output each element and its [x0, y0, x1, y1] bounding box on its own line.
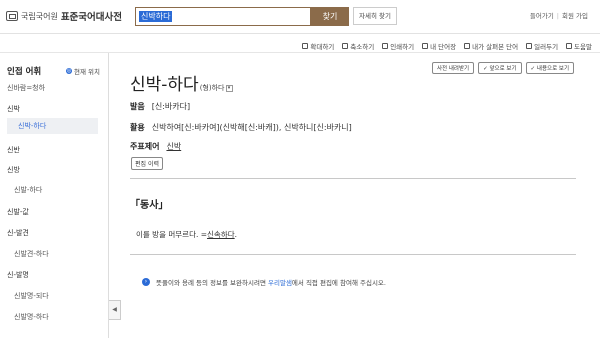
- next-view-label: 내용으로 보기: [536, 66, 569, 72]
- print-label: 인쇄하기: [390, 43, 415, 51]
- sidebar-item[interactable]: 신바람=청하: [7, 83, 45, 93]
- sidebar-item-label: 신박-하다: [18, 122, 47, 130]
- sidebar-item[interactable]: 신반: [7, 145, 20, 155]
- root-label: 주표제어: [130, 142, 160, 151]
- wordbook-icon: [422, 43, 429, 49]
- search-selected-text: 신박하다: [139, 11, 173, 22]
- my-words-label: 내 단어장: [430, 43, 457, 51]
- sidebar-item[interactable]: 신-발견: [7, 228, 29, 238]
- headword: 신박-하다 (형)하다 ▾: [130, 70, 233, 95]
- current-position-label: 현재 위치: [74, 68, 100, 76]
- help-label: 도움말: [574, 43, 592, 51]
- section-title: 「동사」: [130, 200, 169, 211]
- top-bar: 국립국어원 표준국어대사전 신박하다 찾기 자세히 찾기 들어가기 | 회원 가입: [0, 0, 600, 34]
- sidebar-item-active[interactable]: 신박-하다: [7, 118, 98, 134]
- definition: 이를 방을 머무르다. =신속하다.: [136, 230, 238, 239]
- pos-dropdown-icon[interactable]: ▾: [225, 84, 233, 92]
- entry-nav-buttons: 사전 내려받기 ✓ 앞으로 보기 ✓ 내용으로 보기: [432, 62, 574, 74]
- advanced-search-button[interactable]: 자세히 찾기: [353, 7, 397, 25]
- pos-detail: 하다: [211, 84, 225, 92]
- sidebar-collapse-button[interactable]: ◀: [109, 300, 121, 320]
- search-button[interactable]: 찾기: [311, 7, 349, 26]
- search-input[interactable]: 신박하다: [135, 7, 311, 26]
- pronunciation-row: 발음 [신:바카다]: [130, 101, 190, 112]
- prev-view-label: 앞으로 보기: [489, 66, 517, 72]
- logo-org: 국립국어원: [21, 11, 58, 21]
- auth-separator: |: [556, 12, 559, 20]
- definition-text: 이를 방을 머무르다. =: [136, 230, 208, 239]
- guide-button[interactable]: 일러두기: [526, 41, 558, 51]
- print-button[interactable]: 인쇄하기: [382, 41, 414, 51]
- sidebar-item[interactable]: 신발명-하다: [14, 312, 49, 322]
- guide-icon: [526, 43, 533, 49]
- login-link[interactable]: 들어가기: [530, 12, 554, 20]
- edit-notice: › 뜻풀이와 용례 등의 정보를 보완하시려면 우리말샘에서 직접 편집에 참여…: [142, 277, 386, 287]
- conjugation-label: 활용: [130, 123, 145, 132]
- help-icon: [566, 43, 573, 49]
- sidebar-item[interactable]: 신방: [7, 165, 20, 175]
- zoom-out-icon: [342, 43, 349, 49]
- print-icon: [382, 43, 389, 49]
- signup-link[interactable]: 회원 가입: [562, 12, 588, 20]
- history-label: 내가 살펴본 단어: [472, 43, 519, 51]
- page-toolbar: 확대하기 축소하기 인쇄하기 내 단어장 내가 살펴본 단어 일러두기 도움말: [302, 41, 592, 51]
- pos-tag: (형): [199, 84, 212, 92]
- definition-divider: [130, 254, 576, 255]
- guide-label: 일러두기: [534, 43, 559, 51]
- root-link[interactable]: 신박: [166, 141, 181, 152]
- sidebar-item[interactable]: 신발-하다: [14, 185, 42, 195]
- zoom-in-button[interactable]: 확대하기: [302, 41, 334, 51]
- my-words-button[interactable]: 내 단어장: [422, 41, 456, 51]
- section-divider: [130, 178, 576, 179]
- part-of-speech: (형)하다 ▾: [200, 83, 233, 93]
- headword-text: 신박-하다: [130, 75, 199, 95]
- current-position-button[interactable]: ◎ 현재 위치: [66, 66, 100, 76]
- urimalsaem-link[interactable]: 우리말샘: [268, 279, 292, 287]
- notice-text-after: 에서 직접 편집에 참여해 주십시오.: [291, 279, 386, 287]
- zoom-out-button[interactable]: 축소하기: [342, 41, 374, 51]
- info-icon: ›: [142, 278, 150, 286]
- notice-text: 뜻풀이와 용례 등의 정보를 보완하시려면 우리말샘에서 직접 편집에 참여해 …: [156, 277, 386, 287]
- sidebar-item[interactable]: 신발견-하다: [14, 249, 49, 259]
- sidebar-item[interactable]: 신발-값: [7, 207, 29, 217]
- download-button[interactable]: 사전 내려받기: [432, 62, 475, 74]
- adjacent-words-sidebar: 인접 어휘 ◎ 현재 위치 신바람=청하 신박 신박-하다 신반 신방 신발-하다…: [0, 53, 109, 338]
- zoom-in-icon: [302, 43, 309, 49]
- logo-dictionary: 표준국어대사전: [60, 12, 122, 23]
- help-button[interactable]: 도움말: [566, 41, 592, 51]
- pronunciation-label: 발음: [130, 102, 145, 111]
- conjugation-value: 신박하여[신:바카여](신박해[신:바캐]), 신박하니[신:바카니]: [151, 123, 352, 132]
- history-button[interactable]: 내가 살펴본 단어: [464, 41, 518, 51]
- zoom-in-label: 확대하기: [310, 43, 335, 51]
- logo[interactable]: 국립국어원 표준국어대사전: [6, 9, 122, 23]
- notice-text-before: 뜻풀이와 용례 등의 정보를 보완하시려면: [156, 279, 268, 287]
- history-icon: [464, 43, 471, 49]
- root-row: 주표제어 신박: [130, 141, 181, 152]
- logo-icon: [6, 11, 18, 21]
- sidebar-item[interactable]: 신발명-되다: [14, 291, 49, 301]
- zoom-out-label: 축소하기: [350, 43, 375, 51]
- position-icon: ◎: [66, 68, 72, 74]
- definition-link[interactable]: 신속하다: [207, 230, 235, 239]
- prev-view-button[interactable]: ✓ 앞으로 보기: [478, 62, 522, 74]
- sidebar-item[interactable]: 신박: [7, 104, 20, 114]
- conjugation-row: 활용 신박하여[신:바카여](신박해[신:바캐]), 신박하니[신:바카니]: [130, 122, 352, 133]
- pronunciation-value: [신:바카다]: [151, 102, 191, 111]
- auth-links: 들어가기 | 회원 가입: [530, 10, 588, 20]
- edit-history-button[interactable]: 편집 이력: [131, 157, 163, 170]
- sidebar-title: 인접 어휘: [7, 67, 42, 77]
- next-view-button[interactable]: ✓ 내용으로 보기: [525, 62, 574, 74]
- sidebar-item[interactable]: 신-발명: [7, 270, 29, 280]
